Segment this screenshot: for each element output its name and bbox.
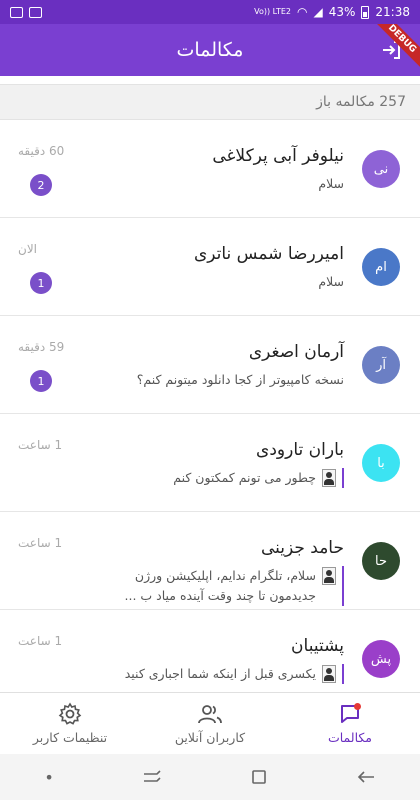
image-icon (29, 6, 42, 18)
clock: 21:38 (375, 5, 410, 19)
app-bar: مکالمات DEBUG (0, 24, 420, 76)
nav-chats-label: مکالمات (327, 730, 373, 745)
message-preview: چطور می تونم کمکتون کنم (94, 468, 344, 488)
nav-user-settings-label: تنظیمات کاربر (32, 730, 108, 745)
contact-name: نیلوفر آبی پرکلاغی (212, 146, 344, 166)
conversation-row[interactable]: پش پشتیبان یکسری قبل از اینکه شما اجباری ک… (0, 610, 420, 692)
battery-icon (361, 5, 370, 19)
avatar: آر (362, 346, 400, 384)
preview-text: سلام (318, 274, 344, 289)
conversation-list[interactable]: نی نیلوفر آبی پرکلاغی سلام 60 دقیقه 2 ام امیرر… (0, 120, 420, 692)
agent-avatar-icon (322, 567, 336, 585)
conversation-row[interactable]: حا حامد جزینی سلام، تلگرام ندایم، اپلیکیشن… (0, 512, 420, 610)
conversation-row[interactable]: آر آرمان اصغری نسخه کامپیوتر از کجا دانلود… (0, 316, 420, 414)
unread-badge: 1 (30, 370, 52, 392)
message-preview: سلام، تلگرام ندایم، اپلیکیشن ورژن جدیدمو… (94, 566, 344, 606)
conversation-content: امیررضا شمس ناتری سلام (94, 244, 344, 292)
gear-icon (58, 702, 82, 725)
preview-text: سلام (318, 176, 344, 191)
contact-name: حامد جزینی (260, 538, 344, 558)
avatar: ام (362, 248, 400, 286)
timestamp: 1 ساعت (18, 634, 63, 648)
users-icon (198, 705, 222, 724)
unread-badge: 1 (30, 272, 52, 294)
timestamp: 1 ساعت (18, 536, 63, 550)
back-icon[interactable] (356, 770, 376, 784)
message-preview: سلام (94, 174, 344, 194)
nav-online-users[interactable]: کاربران آنلاین (140, 693, 280, 754)
message-preview: سلام (94, 272, 344, 292)
conversation-content: حامد جزینی سلام، تلگرام ندایم، اپلیکیشن و… (94, 538, 344, 606)
timestamp: 59 دقیقه (18, 340, 65, 354)
avatar: نی (362, 150, 400, 188)
gallery-icon (10, 6, 23, 18)
preview-text: چطور می تونم کمکتون کنم (173, 470, 316, 485)
preview-text: نسخه کامپیوتر از کجا دانلود میتونم کنم؟ (136, 372, 344, 387)
reply-indicator (342, 468, 344, 488)
conversation-content: آرمان اصغری نسخه کامپیوتر از کجا دانلود م… (94, 342, 344, 390)
open-conversations-count: 257 مکالمه باز (0, 84, 420, 120)
signal-icon: ◢ (313, 5, 323, 19)
dot-icon[interactable]: • (44, 768, 53, 787)
conversation-row[interactable]: ام امیررضا شمس ناتری سلام الان 1 (0, 218, 420, 316)
agent-avatar-icon (322, 469, 336, 487)
system-nav-bar: • (0, 754, 420, 800)
contact-name: امیررضا شمس ناتری (193, 244, 344, 264)
conversation-content: نیلوفر آبی پرکلاغی سلام (94, 146, 344, 194)
notification-dot (354, 703, 361, 710)
timestamp: 1 ساعت (18, 438, 63, 452)
timestamp: 60 دقیقه (18, 144, 65, 158)
nav-user-settings[interactable]: تنظیمات کاربر (0, 693, 140, 754)
reply-indicator (342, 664, 344, 684)
avatar: با (362, 444, 400, 482)
wifi-icon: ◠ (297, 5, 308, 19)
preview-text: یکسری قبل از اینکه شما اجباری کنید (124, 666, 316, 681)
conversation-content: پشتیبان یکسری قبل از اینکه شما اجباری کنی… (94, 636, 344, 684)
reply-indicator (342, 566, 344, 606)
avatar: پش (362, 640, 400, 678)
nav-online-users-label: کاربران آنلاین (174, 730, 246, 745)
recents-icon[interactable] (142, 770, 162, 784)
conversation-content: باران تارودی چطور می تونم کمکتون کنم (94, 440, 344, 488)
contact-name: آرمان اصغری (248, 342, 344, 362)
bottom-nav: تنظیمات کاربر کاربران آنلاین مکالمات (0, 692, 420, 754)
preview-text: سلام، تلگرام ندایم، اپلیکیشن ورژن جدیدمو… (124, 568, 316, 603)
unread-badge: 2 (30, 174, 52, 196)
message-preview: نسخه کامپیوتر از کجا دانلود میتونم کنم؟ (94, 370, 344, 390)
battery-percent: 43% (328, 5, 356, 19)
agent-avatar-icon (322, 665, 336, 683)
nav-chats[interactable]: مکالمات (280, 693, 420, 754)
status-bar: Vo)) LTE2 ◠ ◢ 43% 21:38 (0, 0, 420, 24)
message-preview: یکسری قبل از اینکه شما اجباری کنید (94, 664, 344, 684)
contact-name: باران تارودی (256, 440, 344, 460)
conversation-row[interactable]: نی نیلوفر آبی پرکلاغی سلام 60 دقیقه 2 (0, 120, 420, 218)
avatar: حا (362, 542, 400, 580)
home-icon[interactable] (251, 769, 267, 785)
timestamp: الان (18, 242, 37, 256)
conversation-row[interactable]: با باران تارودی چطور می تونم کمکتون کنم 1 س… (0, 414, 420, 512)
page-title: مکالمات (176, 39, 244, 61)
network-label: Vo)) LTE2 (254, 7, 292, 16)
contact-name: پشتیبان (291, 636, 344, 656)
